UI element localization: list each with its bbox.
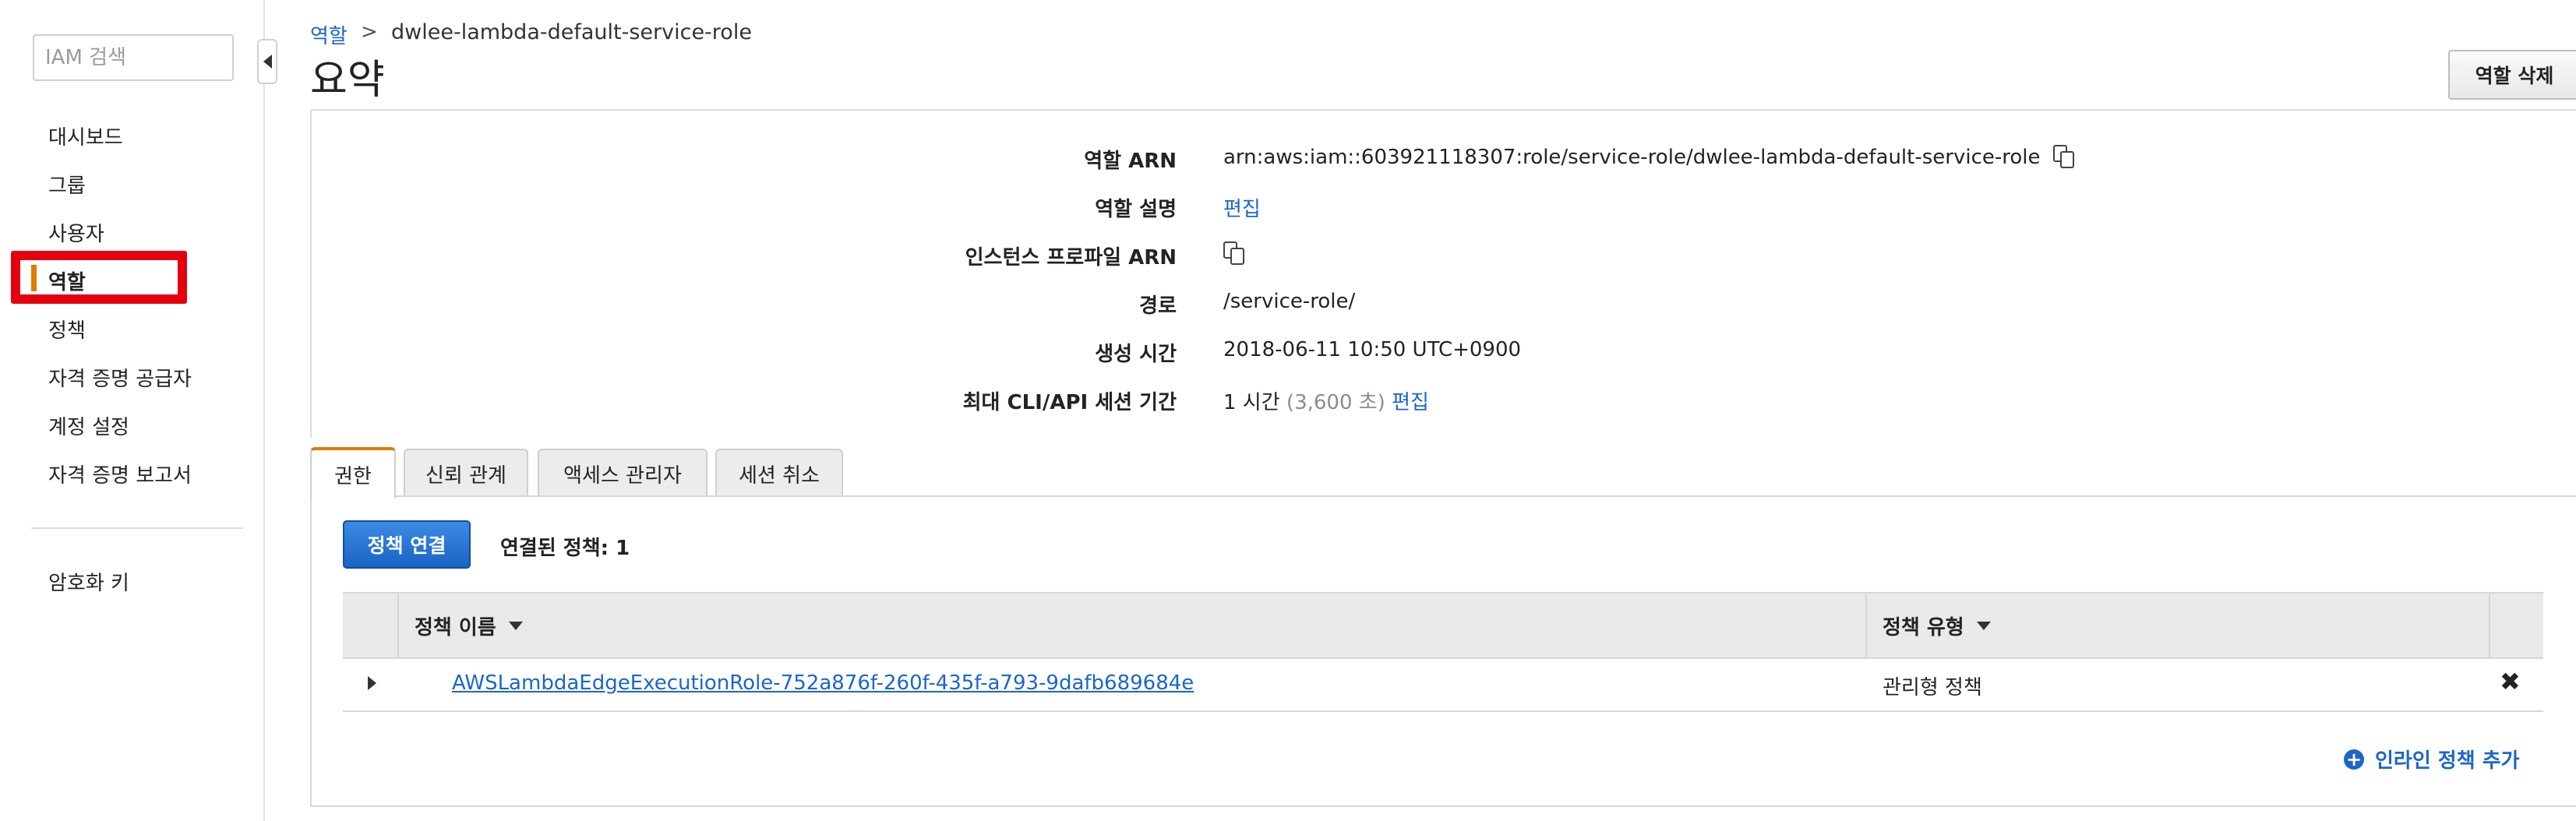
sort-caret-icon [1976, 621, 1991, 630]
plus-circle-icon: + [2344, 749, 2364, 770]
breadcrumb-roles-link[interactable]: 역할 [310, 20, 348, 49]
column-policy-type-label: 정책 유형 [1883, 615, 1964, 640]
column-policy-name-label: 정책 이름 [415, 615, 496, 640]
sidebar-item-groups[interactable]: 그룹 [48, 170, 86, 199]
path-label: 경로 [1139, 294, 1177, 318]
sidebar-item-roles[interactable]: 역할 [48, 266, 86, 295]
sidebar-divider [31, 527, 243, 529]
role-arn-label: 역할 ARN [1084, 150, 1177, 173]
page-title: 요약 [310, 57, 385, 104]
max-session-value-row: 1 시간 (3,600 초) 편집 [1223, 386, 1429, 415]
policy-name-link[interactable]: AWSLambdaEdgeExecutionRole-752a876f-260f… [452, 671, 1194, 695]
sidebar: 대시보드 그룹 사용자 역할 정책 자격 증명 공급자 계정 설정 자격 증명 … [0, 0, 277, 821]
sidebar-item-account-settings[interactable]: 계정 설정 [48, 411, 129, 440]
sidebar-item-credential-report[interactable]: 자격 증명 보고서 [48, 460, 192, 488]
table-header: 정책 이름 정책 유형 [343, 592, 2543, 659]
column-policy-name[interactable]: 정책 이름 [415, 594, 523, 657]
tab-access-advisor[interactable]: 액세스 관리자 [538, 449, 708, 497]
max-session-edit-link[interactable]: 편집 [1392, 386, 1429, 415]
sidebar-item-users[interactable]: 사용자 [48, 218, 104, 247]
chevron-left-icon [263, 55, 272, 69]
role-description-edit-link[interactable]: 편집 [1223, 193, 1261, 222]
summary-panel: 역할 ARN arn:aws:iam::603921118307:role/se… [310, 111, 2576, 438]
active-indicator [31, 265, 37, 291]
remove-policy-icon[interactable]: ✖ [2500, 667, 2521, 696]
role-arn-value-row: arn:aws:iam::603921118307:role/service-r… [1223, 145, 2077, 170]
max-session-seconds: (3,600 초) [1286, 391, 1385, 414]
attached-policies-count: 연결된 정책: 1 [500, 537, 630, 560]
sidebar-item-dashboard[interactable]: 대시보드 [48, 122, 123, 150]
copy-icon[interactable] [2052, 145, 2077, 170]
policy-type-value: 관리형 정책 [1883, 676, 1982, 699]
sort-caret-icon [508, 621, 523, 630]
tab-permissions[interactable]: 권한 [310, 447, 396, 499]
role-arn-value: arn:aws:iam::603921118307:role/service-r… [1223, 146, 2041, 169]
attach-policy-button[interactable]: 정책 연결 [343, 520, 471, 569]
max-session-value: 1 시간 [1223, 391, 1280, 414]
sidebar-item-policies[interactable]: 정책 [48, 315, 86, 344]
path-value: /service-role/ [1223, 290, 1356, 313]
max-session-label: 최대 CLI/API 세션 기간 [962, 391, 1177, 414]
breadcrumb-separator: > [361, 20, 378, 44]
iam-search-input[interactable] [33, 34, 234, 81]
creation-time-label: 생성 시간 [1095, 343, 1177, 366]
collapse-sidebar-button[interactable] [257, 39, 277, 84]
column-separator [397, 594, 399, 657]
add-inline-policy-link[interactable]: + 인라인 정책 추가 [2344, 745, 2520, 773]
add-inline-policy-label: 인라인 정책 추가 [2375, 749, 2520, 773]
role-description-label: 역할 설명 [1095, 198, 1177, 221]
sidebar-item-identity-providers[interactable]: 자격 증명 공급자 [48, 363, 192, 392]
tab-trust-relationships[interactable]: 신뢰 관계 [404, 449, 528, 497]
column-policy-type[interactable]: 정책 유형 [1883, 594, 1991, 657]
sidebar-item-encryption-keys[interactable]: 암호화 키 [48, 567, 129, 596]
tab-revoke-sessions[interactable]: 세션 취소 [715, 449, 843, 497]
column-separator [2489, 594, 2490, 657]
table-row: AWSLambdaEdgeExecutionRole-752a876f-260f… [343, 659, 2543, 712]
instance-profile-label: 인스턴스 프로파일 ARN [965, 246, 1177, 270]
column-separator [1865, 594, 1867, 657]
creation-time-value: 2018-06-11 10:50 UTC+0900 [1223, 338, 1522, 361]
breadcrumb-current: dwlee-lambda-default-service-role [391, 20, 752, 44]
copy-icon[interactable] [1223, 241, 1247, 266]
expand-row-icon[interactable] [368, 676, 376, 690]
delete-role-button[interactable]: 역할 삭제 [2448, 50, 2576, 100]
